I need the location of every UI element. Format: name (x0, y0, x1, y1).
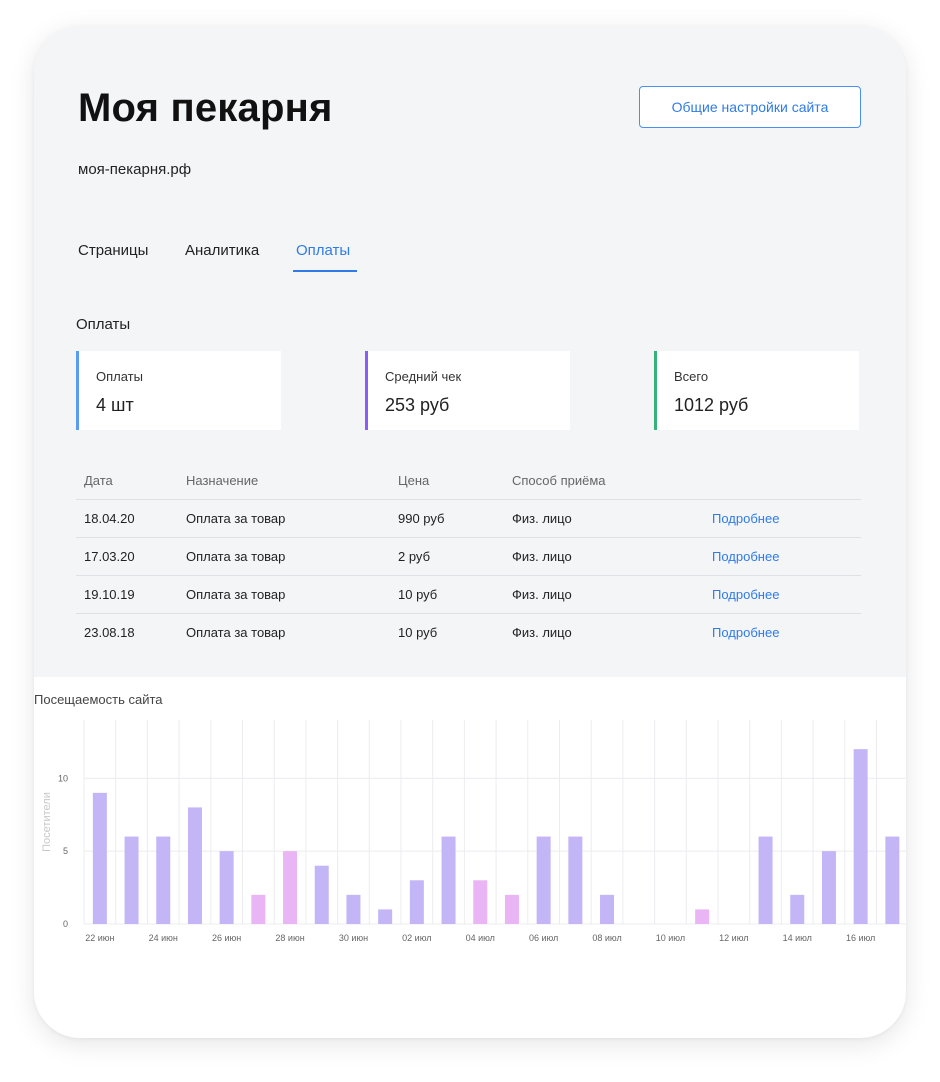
bar-03-июл (441, 836, 456, 924)
cell-purpose: Оплата за товар (178, 499, 390, 538)
column-header-purpose: Назначение (178, 461, 390, 500)
y-axis-label: Посетители (41, 792, 53, 852)
chart-title: Посещаемость сайта (34, 692, 163, 707)
column-header-date: Дата (76, 461, 178, 500)
x-tick-label: 16 июл (846, 933, 875, 943)
stat-card-total: Всего 1012 руб (654, 351, 859, 430)
table-row: 23.08.18 Оплата за товар 10 руб Физ. лиц… (76, 614, 861, 652)
tab-analytics[interactable]: Аналитика (185, 242, 259, 259)
column-header-price: Цена (390, 461, 504, 500)
x-tick-label: 10 июл (656, 933, 685, 943)
y-tick-label: 5 (63, 846, 68, 856)
details-link[interactable]: Подробнее (712, 625, 779, 640)
bar-28-июн (283, 851, 298, 924)
x-tick-label: 06 июл (529, 933, 558, 943)
stat-card-average-check: Средний чек 253 руб (365, 351, 570, 430)
details-link[interactable]: Подробнее (712, 511, 779, 526)
stat-label: Средний чек (385, 369, 462, 384)
stat-label: Всего (674, 369, 709, 384)
bar-14-июл (790, 894, 805, 924)
bar-17-июл (885, 836, 900, 924)
cell-purpose: Оплата за товар (178, 575, 390, 614)
cell-date: 19.10.19 (76, 575, 178, 614)
bar-13-июл (758, 836, 773, 924)
table-row: 17.03.20 Оплата за товар 2 руб Физ. лицо… (76, 537, 861, 576)
details-link[interactable]: Подробнее (712, 587, 779, 602)
stat-label: Оплаты (96, 369, 143, 384)
payments-table: Дата Назначение Цена Способ приёма 18.04… (76, 461, 861, 651)
stat-value: 4 шт (96, 395, 134, 415)
bar-16-июл (853, 749, 868, 924)
table-row: 19.10.19 Оплата за товар 10 руб Физ. лиц… (76, 575, 861, 614)
bar-22-июн (92, 792, 107, 924)
site-title: Моя пекарня (78, 86, 333, 130)
cell-date: 18.04.20 (76, 499, 178, 538)
dashboard-card: Моя пекарня моя-пекарня.рф Общие настрой… (34, 26, 906, 1038)
bar-29-июн (314, 865, 329, 924)
stat-value: 253 руб (385, 395, 450, 415)
x-tick-label: 14 июл (783, 933, 812, 943)
x-tick-label: 12 июл (719, 933, 748, 943)
section-title: Оплаты (76, 316, 131, 333)
site-settings-button[interactable]: Общие настройки сайта (639, 86, 861, 128)
y-tick-label: 10 (58, 773, 68, 783)
stat-value: 1012 руб (674, 395, 749, 415)
bar-27-июн (251, 894, 266, 924)
cell-purpose: Оплата за товар (186, 625, 286, 640)
cell-date: 17.03.20 (76, 537, 178, 576)
cell-method: Физ. лицо (504, 537, 704, 576)
cell-price: 990 руб (390, 499, 504, 538)
stat-card-payments: Оплаты 4 шт (76, 351, 281, 430)
x-tick-label: 28 июн (275, 933, 304, 943)
cell-purpose: Оплата за товар (178, 537, 390, 576)
bar-30-июн (346, 894, 361, 924)
x-tick-label: 04 июл (466, 933, 495, 943)
cell-date: 23.08.18 (84, 625, 135, 640)
tab-payments[interactable]: Оплаты (296, 242, 350, 259)
tab-pages[interactable]: Страницы (78, 242, 148, 259)
column-header-method: Способ приёма (504, 461, 704, 500)
x-tick-label: 02 июл (402, 933, 431, 943)
cell-method: Физ. лицо (504, 575, 704, 614)
cell-price: 10 руб (398, 625, 438, 640)
details-link[interactable]: Подробнее (712, 549, 779, 564)
y-tick-label: 0 (63, 919, 68, 929)
cell-price: 2 руб (390, 537, 504, 576)
bar-11-июл (695, 909, 710, 924)
bar-26-июн (219, 851, 234, 924)
payments-panel: Моя пекарня моя-пекарня.рф Общие настрой… (34, 26, 906, 677)
cell-method: Физ. лицо (504, 499, 704, 538)
table-row: 18.04.20 Оплата за товар 990 руб Физ. ли… (76, 499, 861, 538)
bar-25-июн (187, 807, 202, 924)
x-tick-label: 24 июн (149, 933, 178, 943)
table-header-row: Дата Назначение Цена Способ приёма (76, 461, 861, 500)
bar-02-июл (409, 880, 424, 924)
x-tick-label: 26 июн (212, 933, 241, 943)
visits-bar-chart: 0 5 10 Посетители 22 июн 24 июн 26 июн 28 июн 30… (41, 720, 906, 943)
bar-04-июл (473, 880, 488, 924)
bar-05-июл (504, 894, 519, 924)
column-header-actions (704, 461, 861, 500)
x-tick-label: 22 июн (85, 933, 114, 943)
bar-15-июл (821, 851, 836, 924)
cell-price: 10 руб (390, 575, 504, 614)
x-tick-label: 30 июн (339, 933, 368, 943)
bar-24-июн (156, 836, 171, 924)
x-tick-label: 08 июл (592, 933, 621, 943)
bar-01-июл (378, 909, 393, 924)
bar-06-июл (536, 836, 551, 924)
bar-07-июл (568, 836, 583, 924)
cell-method: Физ. лицо (512, 625, 572, 640)
bar-23-июн (124, 836, 139, 924)
bar-08-июл (600, 894, 615, 924)
active-tab-indicator (293, 270, 357, 272)
site-url: моя-пекарня.рф (78, 161, 192, 178)
